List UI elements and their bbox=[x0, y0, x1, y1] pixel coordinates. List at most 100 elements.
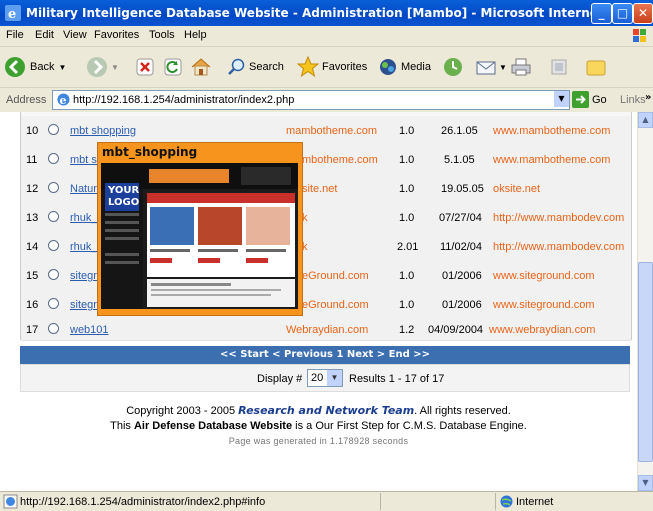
row-number: 11 bbox=[26, 154, 38, 166]
title-bar: e Military Intelligence Database Website… bbox=[0, 0, 653, 26]
print-icon bbox=[511, 58, 531, 76]
template-name-link[interactable]: web101 bbox=[70, 324, 109, 336]
edit-page-icon bbox=[551, 59, 567, 75]
row-radio[interactable] bbox=[48, 211, 59, 222]
menu-file[interactable]: File bbox=[6, 29, 24, 41]
menu-tools[interactable]: Tools bbox=[149, 29, 175, 41]
print-button[interactable] bbox=[510, 52, 532, 82]
menu-edit[interactable]: Edit bbox=[35, 29, 54, 41]
mail-icon bbox=[476, 61, 496, 75]
author-url[interactable]: www.mambotheme.com bbox=[493, 125, 610, 137]
home-button[interactable] bbox=[190, 52, 212, 82]
row-radio[interactable] bbox=[48, 323, 59, 334]
security-zone: Internet bbox=[516, 496, 554, 508]
date: 01/2006 bbox=[442, 299, 482, 311]
edit-button[interactable] bbox=[550, 52, 568, 82]
scroll-up-icon[interactable]: ▲ bbox=[638, 112, 653, 128]
vertical-scrollbar[interactable]: ▲ ▼ bbox=[637, 112, 653, 491]
stop-icon bbox=[136, 58, 154, 76]
back-dropdown-icon[interactable]: ▼ bbox=[58, 63, 66, 72]
scroll-thumb[interactable] bbox=[638, 262, 653, 462]
media-label: Media bbox=[401, 61, 431, 73]
logo-text-line1: YOUR bbox=[108, 185, 140, 196]
author-url[interactable]: http://www.mambodev.com bbox=[493, 212, 624, 224]
row-number: 15 bbox=[26, 270, 39, 282]
address-url: http://192.168.1.254/administrator/index… bbox=[73, 94, 295, 106]
author-url[interactable]: oksite.net bbox=[493, 183, 540, 195]
row-number: 12 bbox=[26, 183, 39, 195]
forward-dropdown-icon[interactable]: ▼ bbox=[111, 63, 119, 72]
author: site.net bbox=[302, 183, 338, 195]
windows-flag-icon bbox=[633, 29, 646, 42]
display-count-select[interactable]: 20 ▼ bbox=[307, 369, 343, 387]
folder-icon bbox=[586, 60, 606, 76]
author-url[interactable]: http://www.mambodev.com bbox=[493, 241, 624, 253]
messenger-button[interactable] bbox=[585, 52, 607, 82]
author-url[interactable]: www.siteground.com bbox=[493, 299, 595, 311]
favorites-star-icon bbox=[297, 56, 319, 78]
mail-button[interactable]: ▼ bbox=[475, 52, 507, 82]
template-name-link[interactable]: rhuk_ bbox=[70, 212, 98, 224]
go-arrow-icon bbox=[572, 91, 589, 108]
table-row: 17 web101 Webraydian.com 1.2 04/09/2004 … bbox=[21, 319, 631, 341]
row-radio[interactable] bbox=[48, 240, 59, 251]
back-button[interactable]: Back ▼ bbox=[4, 52, 66, 82]
pagination-bar[interactable]: << Start < Previous 1 Next > End >> bbox=[20, 346, 630, 364]
author-url[interactable]: www.siteground.com bbox=[493, 270, 595, 282]
row-radio[interactable] bbox=[48, 153, 59, 164]
menu-help[interactable]: Help bbox=[184, 29, 207, 41]
svg-text:e: e bbox=[8, 7, 16, 21]
media-button[interactable]: Media bbox=[378, 52, 431, 82]
scroll-down-icon[interactable]: ▼ bbox=[638, 475, 653, 491]
author: eGround.com bbox=[302, 270, 369, 282]
template-name-link[interactable]: mbt si bbox=[70, 154, 99, 166]
favorites-label: Favorites bbox=[322, 61, 368, 73]
row-number: 17 bbox=[26, 324, 39, 336]
address-bar: Address e http://192.168.1.254/administr… bbox=[0, 88, 653, 113]
generation-time: Page was generated in 1.178928 seconds bbox=[228, 436, 409, 446]
history-button[interactable] bbox=[442, 52, 464, 82]
status-divider bbox=[380, 493, 381, 510]
maximize-button[interactable]: □ bbox=[612, 3, 633, 24]
version: 1.0 bbox=[399, 212, 415, 224]
address-input[interactable]: e http://192.168.1.254/administrator/ind… bbox=[52, 90, 570, 110]
row-radio[interactable] bbox=[48, 269, 59, 280]
mail-dropdown-icon[interactable]: ▼ bbox=[499, 63, 507, 72]
template-name-link[interactable]: mbt shopping bbox=[70, 125, 136, 137]
menu-favorites[interactable]: Favorites bbox=[94, 29, 139, 41]
forward-button[interactable]: ▼ bbox=[86, 52, 119, 82]
search-button[interactable]: Search bbox=[226, 52, 284, 82]
go-button[interactable]: Go bbox=[572, 91, 607, 108]
display-label: Display # bbox=[257, 373, 303, 385]
address-dropdown-icon[interactable]: ▼ bbox=[554, 91, 569, 107]
media-icon bbox=[380, 59, 396, 75]
menu-view[interactable]: View bbox=[63, 29, 87, 41]
history-icon bbox=[444, 58, 462, 76]
date: 26.1.05 bbox=[441, 125, 478, 137]
row-radio[interactable] bbox=[48, 182, 59, 193]
close-button[interactable]: ✕ bbox=[633, 3, 653, 24]
back-arrow-icon bbox=[5, 57, 25, 77]
preview-title: mbt_shopping bbox=[102, 145, 198, 159]
author-url[interactable]: www.webraydian.com bbox=[489, 324, 595, 336]
site-name: Air Defense Database Website bbox=[133, 420, 293, 432]
page-content: 10 mbt shopping mambotheme.com 1.0 26.1.… bbox=[0, 112, 637, 491]
template-name-link[interactable]: rhuk_ bbox=[70, 241, 98, 253]
author-url[interactable]: www.mambotheme.com bbox=[493, 154, 610, 166]
row-radio[interactable] bbox=[48, 298, 59, 309]
links-chevron-icon[interactable]: » bbox=[645, 92, 651, 103]
logo-text-line2: LOGO bbox=[108, 197, 140, 208]
internet-globe-icon bbox=[500, 495, 513, 508]
search-label: Search bbox=[249, 61, 284, 73]
version: 1.0 bbox=[399, 125, 415, 137]
status-url: http://192.168.1.254/administrator/index… bbox=[20, 496, 266, 508]
refresh-button[interactable] bbox=[163, 52, 183, 82]
address-label: Address bbox=[6, 94, 47, 106]
date: 5.1.05 bbox=[444, 154, 475, 166]
favorites-button[interactable]: Favorites bbox=[297, 52, 367, 82]
row-radio[interactable] bbox=[48, 124, 59, 135]
minimize-button[interactable]: _ bbox=[591, 3, 612, 24]
description-suffix: is a Our First Step for C.M.S. Database … bbox=[295, 420, 527, 432]
stop-button[interactable] bbox=[135, 52, 155, 82]
links-label[interactable]: Links bbox=[620, 94, 646, 106]
